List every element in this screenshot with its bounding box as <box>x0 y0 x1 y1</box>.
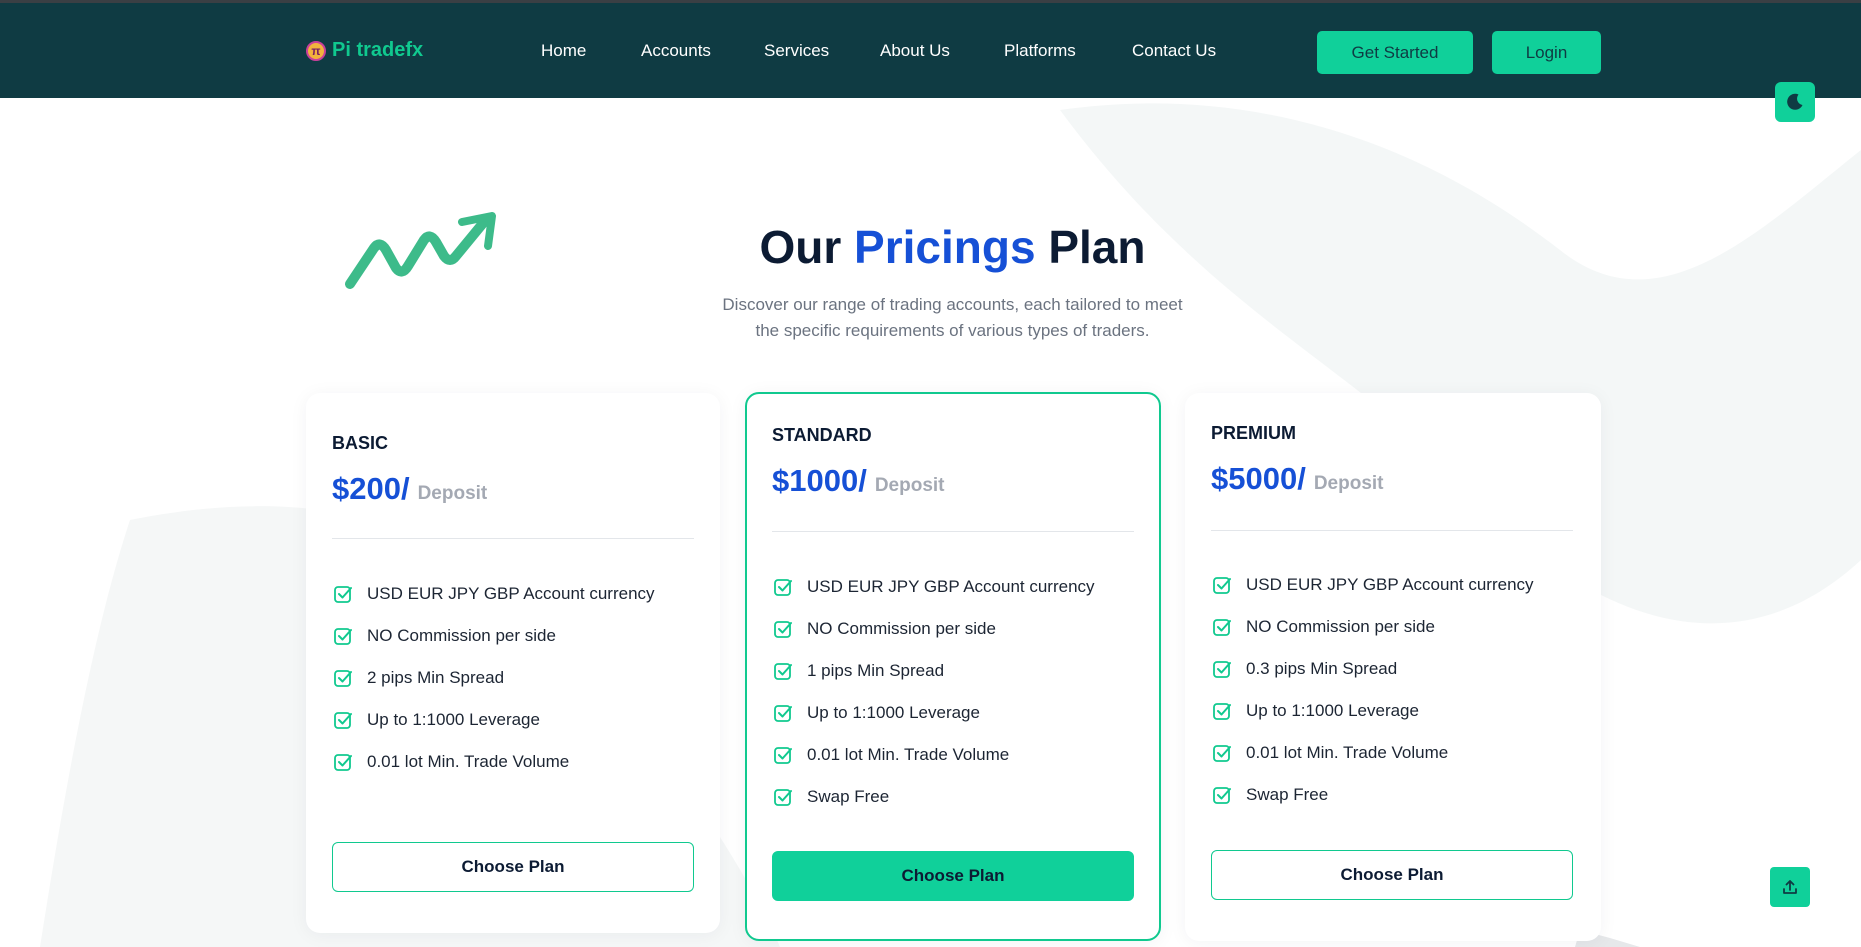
choose-plan-premium-button[interactable]: Choose Plan <box>1211 850 1573 900</box>
feature-item: NO Commission per side <box>774 608 1095 650</box>
deposit-label: Deposit <box>874 475 945 496</box>
plan-card-basic: BASIC $200/ Deposit USD EUR JPY GBP Acco… <box>306 393 720 933</box>
title-word-our: Our <box>759 221 842 273</box>
feature-text: USD EUR JPY GBP Account currency <box>1246 575 1534 594</box>
subtitle-line-1: Discover our range of trading accounts, … <box>722 295 1183 314</box>
check-icon <box>1213 661 1231 678</box>
logo-text: Pi tradefx <box>332 39 424 61</box>
plan-name: PREMIUM <box>1211 423 1296 443</box>
feature-text: Up to 1:1000 Leverage <box>807 703 980 722</box>
nav-accounts[interactable]: Accounts <box>641 41 711 61</box>
check-icon <box>774 789 792 806</box>
feature-text: Swap Free <box>807 787 890 806</box>
price-row: $200/ Deposit <box>332 471 487 507</box>
check-icon <box>1213 577 1231 594</box>
plan-card-premium: PREMIUM $5000/ Deposit USD EUR JPY GBP A… <box>1185 393 1601 941</box>
choose-plan-standard-button[interactable]: Choose Plan <box>772 851 1134 901</box>
check-icon <box>774 579 792 596</box>
feature-text: 0.01 lot Min. Trade Volume <box>1246 743 1449 762</box>
title-word-plan: Plan <box>1048 221 1146 273</box>
feature-item: Up to 1:1000 Leverage <box>774 692 1095 734</box>
check-icon <box>774 621 792 638</box>
nav-platforms[interactable]: Platforms <box>1004 41 1076 61</box>
nav-about-us[interactable]: About Us <box>880 41 950 61</box>
check-icon <box>1213 619 1231 636</box>
nav-contact-us[interactable]: Contact Us <box>1132 41 1216 61</box>
pricing-subtitle: Discover our range of trading accounts, … <box>700 292 1205 344</box>
feature-list: USD EUR JPY GBP Account currency NO Comm… <box>774 566 1095 818</box>
title-highlight: Pricings <box>854 221 1036 273</box>
check-icon <box>334 712 352 729</box>
feature-text: NO Commission per side <box>367 626 556 645</box>
feature-text: 0.3 pips Min Spread <box>1246 659 1398 678</box>
nav-services[interactable]: Services <box>764 41 829 61</box>
logo[interactable]: π Pi tradefx <box>306 39 423 62</box>
plan-name: STANDARD <box>772 425 872 445</box>
feature-item: 0.01 lot Min. Trade Volume <box>1213 732 1534 774</box>
plan-price: $200/ <box>332 471 410 506</box>
feature-text: 2 pips Min Spread <box>367 668 505 687</box>
price-row: $1000/ Deposit <box>772 463 945 499</box>
subtitle-line-2: the specific requirements of various typ… <box>755 321 1150 340</box>
check-icon <box>774 747 792 764</box>
feature-item: NO Commission per side <box>1213 606 1534 648</box>
site-header: π Pi tradefx Home Accounts Services Abou… <box>0 0 1861 98</box>
feature-item: Up to 1:1000 Leverage <box>334 699 655 741</box>
feature-text: NO Commission per side <box>807 619 996 638</box>
upload-icon <box>1783 880 1797 894</box>
plan-price: $5000/ <box>1211 461 1306 496</box>
moon-icon <box>1787 93 1803 110</box>
login-button[interactable]: Login <box>1492 31 1601 74</box>
deposit-label: Deposit <box>417 483 488 504</box>
divider <box>772 531 1134 532</box>
feature-item: 0.01 lot Min. Trade Volume <box>774 734 1095 776</box>
pricing-title: Our Pricings Plan <box>0 220 1861 274</box>
feature-list: USD EUR JPY GBP Account currency NO Comm… <box>1213 564 1534 816</box>
nav-home[interactable]: Home <box>541 41 586 61</box>
check-icon <box>334 670 352 687</box>
feature-list: USD EUR JPY GBP Account currency NO Comm… <box>334 573 655 783</box>
check-icon <box>334 628 352 645</box>
feature-item: NO Commission per side <box>334 615 655 657</box>
check-icon <box>774 663 792 680</box>
choose-plan-basic-button[interactable]: Choose Plan <box>332 842 694 892</box>
feature-text: Swap Free <box>1246 785 1329 804</box>
check-icon <box>334 754 352 771</box>
price-row: $5000/ Deposit <box>1211 461 1384 497</box>
feature-item: Up to 1:1000 Leverage <box>1213 690 1534 732</box>
feature-text: NO Commission per side <box>1246 617 1435 636</box>
check-icon <box>1213 745 1231 762</box>
feature-item: Swap Free <box>774 776 1095 818</box>
scroll-to-top-button[interactable] <box>1770 867 1810 907</box>
feature-text: 0.01 lot Min. Trade Volume <box>367 752 570 771</box>
feature-item: 0.3 pips Min Spread <box>1213 648 1534 690</box>
theme-toggle-button[interactable] <box>1775 82 1815 122</box>
feature-item: USD EUR JPY GBP Account currency <box>334 573 655 615</box>
feature-text: Up to 1:1000 Leverage <box>1246 701 1419 720</box>
deposit-label: Deposit <box>1313 473 1384 494</box>
check-icon <box>1213 787 1231 804</box>
divider <box>332 538 694 539</box>
divider <box>1211 530 1573 531</box>
pi-coin-icon: π <box>306 40 326 61</box>
feature-text: 1 pips Min Spread <box>807 661 945 680</box>
feature-text: USD EUR JPY GBP Account currency <box>367 584 655 603</box>
check-icon <box>334 586 352 603</box>
plan-card-standard: STANDARD $1000/ Deposit USD EUR JPY GBP … <box>745 392 1161 941</box>
feature-item: USD EUR JPY GBP Account currency <box>1213 564 1534 606</box>
check-icon <box>774 705 792 722</box>
feature-text: 0.01 lot Min. Trade Volume <box>807 745 1010 764</box>
plan-price: $1000/ <box>772 463 867 498</box>
feature-item: Swap Free <box>1213 774 1534 816</box>
feature-item: 0.01 lot Min. Trade Volume <box>334 741 655 783</box>
plan-name: BASIC <box>332 433 389 453</box>
feature-text: USD EUR JPY GBP Account currency <box>807 577 1095 596</box>
feature-item: USD EUR JPY GBP Account currency <box>774 566 1095 608</box>
check-icon <box>1213 703 1231 720</box>
feature-item: 1 pips Min Spread <box>774 650 1095 692</box>
get-started-button[interactable]: Get Started <box>1317 31 1473 74</box>
feature-text: Up to 1:1000 Leverage <box>367 710 540 729</box>
feature-item: 2 pips Min Spread <box>334 657 655 699</box>
